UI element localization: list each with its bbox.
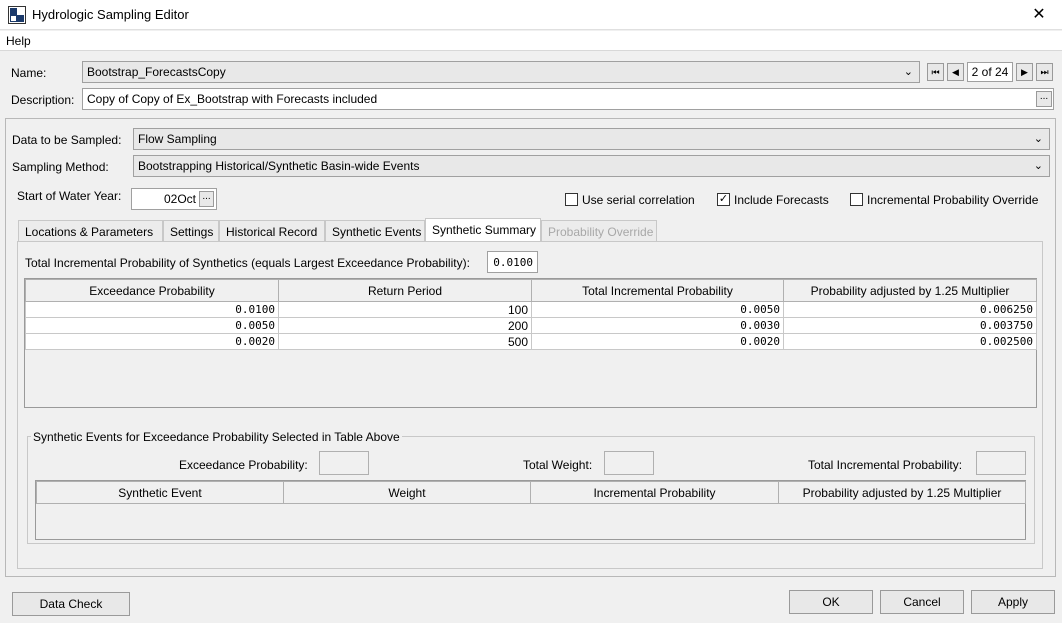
include-forecasts-label: Include Forecasts (734, 193, 829, 207)
tab-synthetic-summary[interactable]: Synthetic Summary (425, 218, 541, 242)
first-record-icon[interactable]: ⏮ (927, 63, 944, 81)
tab-settings[interactable]: Settings (163, 220, 219, 241)
sampling-method-dropdown[interactable]: Bootstrapping Historical/Synthetic Basin… (133, 155, 1050, 177)
summary-table: Exceedance Probability Return Period Tot… (24, 278, 1037, 408)
window-title: Hydrologic Sampling Editor (32, 7, 189, 22)
total-incremental-probability-field (976, 451, 1026, 475)
column-header-adjusted-probability[interactable]: Probability adjusted by 1.25 Multiplier (778, 481, 1026, 504)
data-sampled-value: Flow Sampling (138, 132, 217, 146)
table-cell[interactable]: 0.0020 (25, 333, 279, 350)
ok-button[interactable]: OK (789, 590, 873, 614)
next-record-icon[interactable]: ▶ (1016, 63, 1033, 81)
table-row[interactable]: 0.0050 200 0.0030 0.003750 (25, 317, 1037, 334)
apply-button[interactable]: Apply (971, 590, 1055, 614)
total-incremental-label: Total Incremental Probability of Synthet… (25, 256, 470, 270)
tab-historical-record[interactable]: Historical Record (219, 220, 325, 241)
tab-locations-parameters[interactable]: Locations & Parameters (18, 220, 163, 241)
menu-item-help[interactable]: Help (6, 34, 31, 48)
exceedance-probability-label: Exceedance Probability: (179, 458, 308, 472)
table-cell[interactable]: 500 (278, 333, 532, 350)
serial-correlation-checkbox[interactable] (565, 193, 578, 206)
name-value: Bootstrap_ForecastsCopy (87, 65, 226, 79)
total-weight-field (604, 451, 654, 475)
checkmark-icon: ✓ (718, 193, 729, 205)
cancel-button[interactable]: Cancel (880, 590, 964, 614)
chevron-down-icon: ⌄ (1033, 160, 1043, 172)
column-header-total-incremental[interactable]: Total Incremental Probability (531, 279, 784, 302)
name-dropdown[interactable]: Bootstrap_ForecastsCopy ⌄ (82, 61, 920, 83)
description-input[interactable]: Copy of Copy of Ex_Bootstrap with Foreca… (82, 88, 1054, 110)
table-cell[interactable]: 200 (278, 317, 532, 334)
water-year-value: 02Oct (163, 192, 196, 206)
serial-correlation-label: Use serial correlation (582, 193, 695, 207)
water-year-picker-button[interactable]: ... (199, 191, 214, 207)
column-header-incremental-probability[interactable]: Incremental Probability (530, 481, 779, 504)
table-cell[interactable]: 0.0030 (531, 317, 784, 334)
table-cell[interactable]: 0.0100 (25, 301, 279, 318)
title-bar: Hydrologic Sampling Editor ✕ (0, 0, 1062, 30)
data-check-button[interactable]: Data Check (12, 592, 130, 616)
chevron-down-icon: ⌄ (1033, 133, 1043, 145)
water-year-label: Start of Water Year: (17, 189, 122, 203)
table-cell[interactable]: 0.0050 (531, 301, 784, 318)
exceedance-probability-field (319, 451, 369, 475)
menu-bar: Help (0, 31, 1062, 51)
table-cell[interactable]: 0.0050 (25, 317, 279, 334)
total-incremental-value: 0.0100 (487, 251, 538, 273)
sampling-method-label: Sampling Method: (12, 160, 109, 174)
table-cell[interactable]: 0.003750 (783, 317, 1037, 334)
chevron-down-icon: ⌄ (903, 66, 913, 78)
table-cell[interactable]: 0.002500 (783, 333, 1037, 350)
table-row[interactable]: 0.0020 500 0.0020 0.002500 (25, 333, 1037, 350)
total-weight-label: Total Weight: (523, 458, 593, 472)
close-icon[interactable]: ✕ (1016, 0, 1062, 30)
table-cell[interactable]: 100 (278, 301, 532, 318)
column-header-return-period[interactable]: Return Period (278, 279, 532, 302)
description-value: Copy of Copy of Ex_Bootstrap with Foreca… (87, 92, 378, 106)
last-record-icon[interactable]: ⏭ (1036, 63, 1053, 81)
sampling-method-value: Bootstrapping Historical/Synthetic Basin… (138, 159, 420, 173)
incremental-override-label: Incremental Probability Override (867, 193, 1039, 207)
table-row[interactable]: 0.0100 100 0.0050 0.006250 (25, 301, 1037, 318)
total-incremental-probability-label: Total Incremental Probability: (808, 458, 963, 472)
column-header-exceedance[interactable]: Exceedance Probability (25, 279, 279, 302)
record-counter: 2 of 24 (967, 62, 1013, 82)
column-header-synthetic-event[interactable]: Synthetic Event (36, 481, 284, 504)
tab-synthetic-events[interactable]: Synthetic Events (325, 220, 425, 241)
data-sampled-dropdown[interactable]: Flow Sampling ⌄ (133, 128, 1050, 150)
include-forecasts-checkbox[interactable]: ✓ (717, 193, 730, 206)
column-header-adjusted-probability[interactable]: Probability adjusted by 1.25 Multiplier (783, 279, 1037, 302)
column-header-weight[interactable]: Weight (283, 481, 531, 504)
incremental-override-checkbox[interactable] (850, 193, 863, 206)
previous-record-icon[interactable]: ◀ (947, 63, 964, 81)
synthetic-events-group-title: Synthetic Events for Exceedance Probabil… (31, 430, 402, 444)
table-cell[interactable]: 0.006250 (783, 301, 1037, 318)
tab-probability-override: Probability Override (541, 220, 657, 241)
app-logo-icon (8, 6, 26, 24)
name-label: Name: (11, 66, 47, 80)
description-edit-button[interactable]: ... (1036, 91, 1052, 107)
description-label: Description: (11, 93, 75, 107)
synthetic-events-table: Synthetic Event Weight Incremental Proba… (35, 480, 1026, 540)
table-cell[interactable]: 0.0020 (531, 333, 784, 350)
data-sampled-label: Data to be Sampled: (12, 133, 122, 147)
